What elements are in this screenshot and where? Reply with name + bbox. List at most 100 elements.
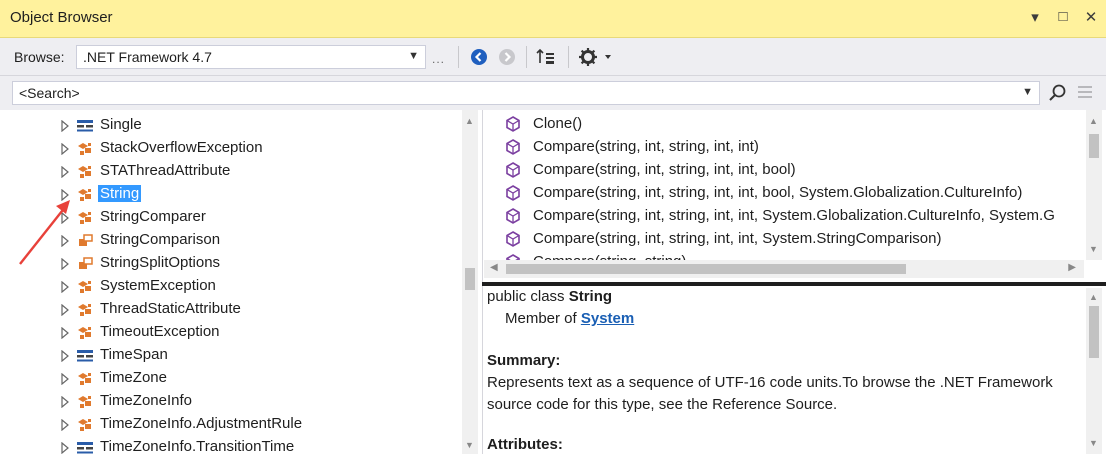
tree-item[interactable]: TimeoutException (0, 321, 460, 344)
tree-item[interactable]: StackOverflowException (0, 137, 460, 160)
tree-item-label: StackOverflowException (100, 139, 263, 156)
member-item-label: Clone() (533, 115, 583, 132)
expand-arrow-icon[interactable] (60, 188, 70, 202)
toolbar-separator (568, 46, 569, 68)
expand-arrow-icon[interactable] (60, 119, 70, 133)
tree-item-label: STAThreadAttribute (100, 162, 231, 179)
tree-item-label: StringComparison (100, 231, 221, 248)
tree-item-label: TimeZoneInfo (100, 392, 192, 409)
expand-arrow-icon[interactable] (60, 257, 70, 271)
class-icon (76, 301, 94, 317)
scroll-down-icon[interactable]: ▼ (465, 440, 474, 450)
settings-gear-icon (579, 48, 611, 66)
tree-item-label: TimeSpan (100, 346, 168, 363)
expand-arrow-icon[interactable] (60, 418, 70, 432)
back-icon (471, 49, 487, 65)
struct-icon (76, 439, 94, 454)
method-icon (505, 162, 521, 178)
scroll-left-icon[interactable]: ◀ (490, 262, 498, 273)
window-title: Object Browser (10, 9, 113, 26)
expand-arrow-icon[interactable] (60, 280, 70, 294)
expand-arrow-icon[interactable] (60, 441, 70, 454)
browse-label: Browse: (14, 49, 65, 65)
tree-item[interactable]: TimeZone (0, 367, 460, 390)
type-declaration: public class String (487, 288, 612, 305)
search-button[interactable] (1048, 83, 1068, 106)
member-item-label: Compare(string, int, string, int, int, S… (533, 207, 1055, 224)
class-icon (76, 163, 94, 179)
tree-item[interactable]: SystemException (0, 275, 460, 298)
tree-item-label: String (98, 185, 142, 202)
dropdown-menu-icon[interactable]: ▾ (1028, 8, 1042, 26)
summary-line-2: source code for this type, see the Refer… (487, 396, 838, 413)
declaration-keyword: public class (487, 288, 569, 305)
clear-search-icon (1078, 86, 1092, 98)
close-icon[interactable]: ✕ (1084, 8, 1098, 26)
search-combobox[interactable]: ▼ (12, 81, 1040, 105)
tree-item[interactable]: StringComparer (0, 206, 460, 229)
tree-item[interactable]: STAThreadAttribute (0, 160, 460, 183)
method-icon (505, 139, 521, 155)
member-item-label: Compare(string, int, string, int, int, b… (533, 184, 1023, 201)
forward-button[interactable] (496, 46, 518, 68)
expand-arrow-icon[interactable] (60, 326, 70, 340)
class-icon (76, 140, 94, 156)
tree-item[interactable]: TimeSpan (0, 344, 460, 367)
members-scroll-thumb[interactable] (1089, 134, 1099, 158)
window-controls: ▾ □ ✕ (1028, 8, 1098, 26)
expand-arrow-icon[interactable] (60, 372, 70, 386)
tree-item[interactable]: TimeZoneInfo.AdjustmentRule (0, 413, 460, 436)
clear-search-button[interactable] (1076, 83, 1096, 106)
description-scrollbar[interactable]: ▲ ▼ (1086, 288, 1102, 454)
tree-item[interactable]: StringComparison (0, 229, 460, 252)
maximize-icon[interactable]: □ (1056, 8, 1070, 26)
class-icon (76, 393, 94, 409)
search-input[interactable] (13, 82, 1013, 104)
member-of-line: Member of System (505, 310, 634, 327)
objects-scrollbar[interactable]: ▲ ▼ (462, 110, 478, 454)
method-icon (505, 208, 521, 224)
method-icon (505, 116, 521, 132)
tree-item[interactable]: ThreadStaticAttribute (0, 298, 460, 321)
chevron-down-icon[interactable]: ▼ (1022, 86, 1033, 98)
members-scrollbar[interactable]: ▲ ▼ (1086, 110, 1102, 260)
tree-item-label: Single (100, 116, 142, 133)
class-icon (76, 278, 94, 294)
class-icon (76, 324, 94, 340)
expand-arrow-icon[interactable] (60, 303, 70, 317)
declaration-type-name: String (568, 288, 613, 305)
back-button[interactable] (468, 46, 490, 68)
tree-item[interactable]: Single (0, 114, 460, 137)
namespace-link[interactable]: System (581, 310, 634, 327)
expand-arrow-icon[interactable] (60, 349, 70, 363)
scroll-up-icon[interactable]: ▲ (1089, 116, 1098, 126)
settings-button[interactable] (578, 46, 618, 68)
member-of-label: Member of (505, 310, 581, 327)
expand-arrow-icon[interactable] (60, 234, 70, 248)
scroll-up-icon[interactable]: ▲ (465, 116, 474, 126)
member-item-label: Compare(string, int, string, int, int, b… (533, 161, 796, 178)
scroll-up-icon[interactable]: ▲ (1089, 292, 1098, 302)
members-horizontal-scrollbar[interactable]: ◀ ▶ (484, 260, 1084, 278)
tree-item[interactable]: TimeZoneInfo (0, 390, 460, 413)
scroll-right-icon[interactable]: ▶ (1068, 262, 1076, 273)
edit-custom-component-set-button[interactable]: ... (432, 52, 445, 66)
tree-item[interactable]: StringSplitOptions (0, 252, 460, 275)
objects-scroll-thumb[interactable] (465, 268, 475, 290)
members-hscroll-thumb[interactable] (506, 264, 906, 274)
search-bar: ▼ (0, 76, 1106, 110)
struct-icon (76, 117, 94, 133)
expand-arrow-icon[interactable] (60, 211, 70, 225)
expand-arrow-icon[interactable] (60, 165, 70, 179)
expand-arrow-icon[interactable] (60, 395, 70, 409)
description-scroll-thumb[interactable] (1089, 306, 1099, 358)
sort-button[interactable] (536, 46, 558, 68)
tree-item[interactable]: TimeZoneInfo.TransitionTime (0, 436, 460, 454)
class-icon (76, 186, 94, 202)
scroll-down-icon[interactable]: ▼ (1089, 438, 1098, 448)
tree-item[interactable]: String (0, 183, 460, 206)
tree-item-label: StringComparer (100, 208, 206, 225)
expand-arrow-icon[interactable] (60, 142, 70, 156)
browse-scope-select[interactable]: .NET Framework 4.7 ▼ (76, 45, 426, 69)
scroll-down-icon[interactable]: ▼ (1089, 244, 1098, 254)
